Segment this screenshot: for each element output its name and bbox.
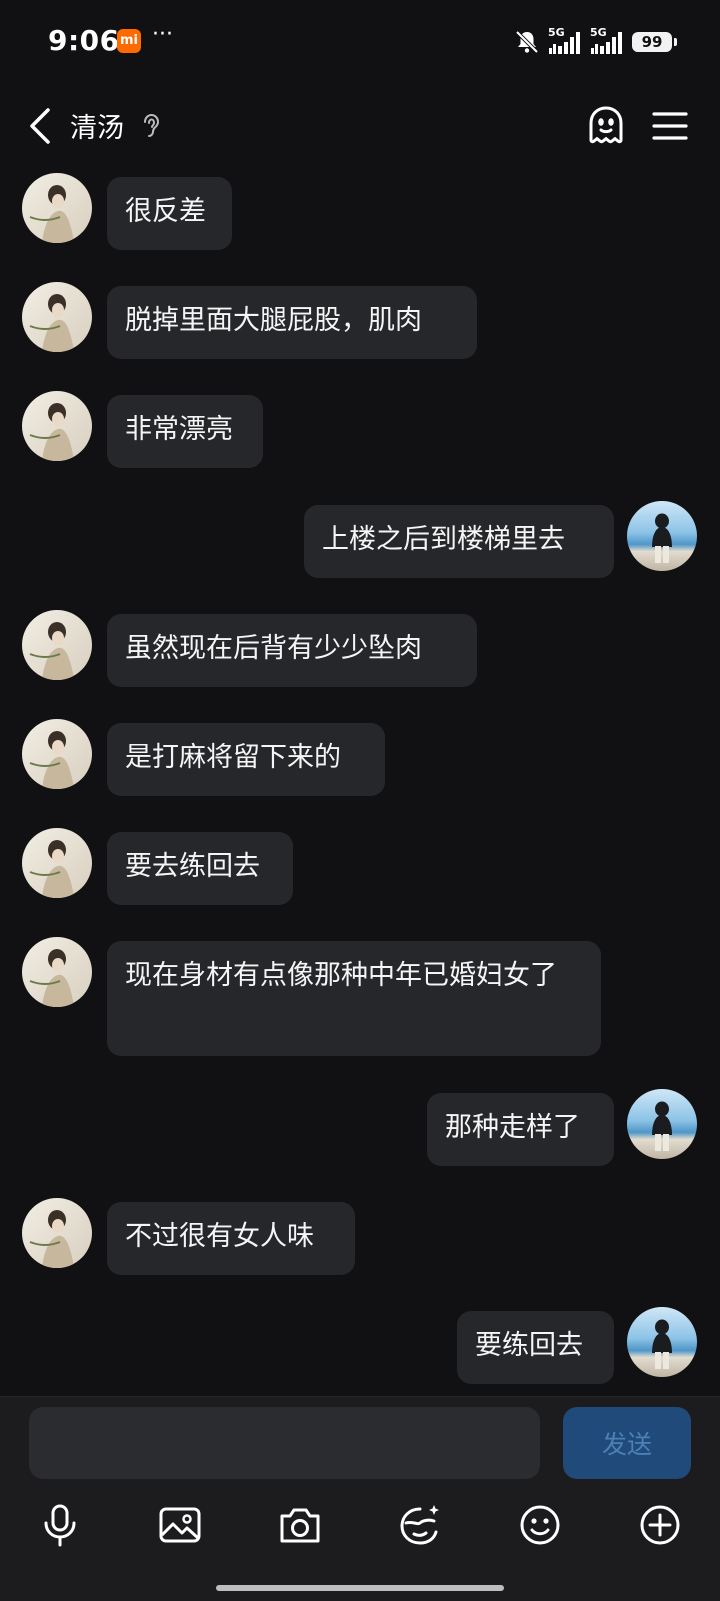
message-bubble-received[interactable]: 脱掉里面大腿屁股，肌肉: [107, 286, 477, 359]
message-bubble-sent[interactable]: 那种走样了: [427, 1093, 614, 1166]
status-time: 9:06: [48, 24, 120, 57]
image-icon[interactable]: [156, 1501, 204, 1549]
cell-signal-2-icon: 5G: [590, 26, 624, 56]
my-avatar[interactable]: [627, 501, 697, 571]
status-indicators: 5G 5G 99: [514, 26, 677, 58]
hamburger-menu-icon[interactable]: [646, 102, 694, 150]
message-bubble-received[interactable]: 要去练回去: [107, 832, 293, 905]
message-bubble-received[interactable]: 不过很有女人味: [107, 1202, 355, 1275]
contact-avatar[interactable]: [22, 173, 92, 243]
message-bubble-received[interactable]: 非常漂亮: [107, 395, 263, 468]
contact-avatar[interactable]: [22, 828, 92, 898]
message-bubble-sent[interactable]: 要练回去: [457, 1311, 614, 1384]
emoji-icon[interactable]: [516, 1501, 564, 1549]
bell-muted-icon: [515, 30, 539, 54]
message-composer: 发送: [0, 1396, 720, 1601]
battery-icon: 99: [632, 32, 677, 52]
microphone-icon[interactable]: [36, 1501, 84, 1549]
ghost-bot-icon[interactable]: [582, 102, 630, 150]
contact-avatar[interactable]: [22, 391, 92, 461]
chat-header: 清汤: [0, 84, 720, 168]
camera-icon[interactable]: [276, 1501, 324, 1549]
my-avatar[interactable]: [627, 1307, 697, 1377]
contact-avatar[interactable]: [22, 937, 92, 1007]
message-bubble-sent[interactable]: 上楼之后到楼梯里去: [304, 505, 614, 578]
contact-avatar[interactable]: [22, 719, 92, 789]
send-button[interactable]: 发送: [563, 1407, 691, 1479]
message-bubble-received[interactable]: 虽然现在后背有少少坠肉: [107, 614, 477, 687]
contact-avatar[interactable]: [22, 282, 92, 352]
message-bubble-received[interactable]: 很反差: [107, 177, 232, 250]
chat-title[interactable]: 清汤: [70, 106, 124, 145]
ear-icon[interactable]: [140, 112, 162, 140]
message-bubble-received[interactable]: 现在身材有点像那种中年已婚妇女了: [107, 941, 601, 1056]
home-indicator[interactable]: [216, 1585, 504, 1591]
message-bubble-received[interactable]: 是打麻将留下来的: [107, 723, 385, 796]
sticker-icon[interactable]: [396, 1501, 444, 1549]
cell-signal-1-icon: 5G: [548, 26, 582, 56]
mi-notification-icon: mi: [117, 29, 141, 53]
my-avatar[interactable]: [627, 1089, 697, 1159]
message-input[interactable]: [29, 1407, 540, 1479]
plus-icon[interactable]: [636, 1501, 684, 1549]
more-notifications-icon: ···: [152, 22, 173, 47]
status-bar: 9:06 mi ··· 5G 5G 99: [0, 0, 720, 84]
chevron-left-icon[interactable]: [22, 102, 62, 150]
composer-toolbar: [0, 1501, 720, 1561]
contact-avatar[interactable]: [22, 1198, 92, 1268]
contact-avatar[interactable]: [22, 610, 92, 680]
